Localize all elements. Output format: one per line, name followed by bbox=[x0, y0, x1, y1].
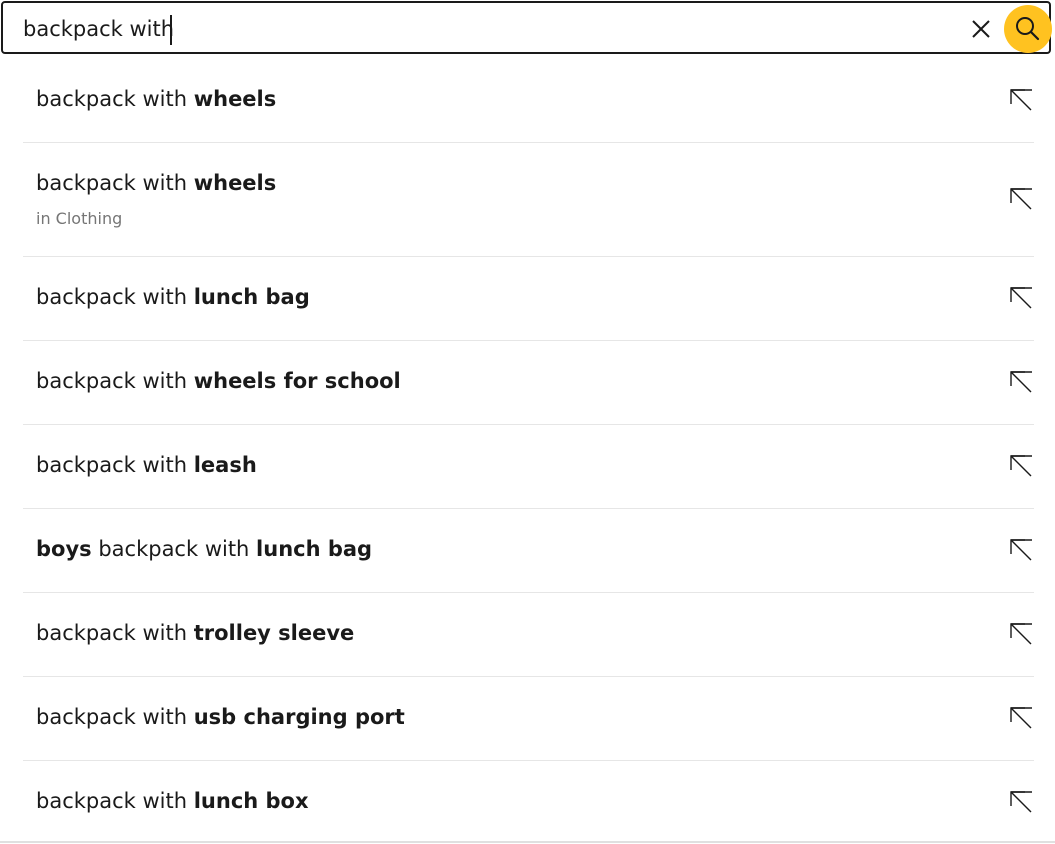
arrow-up-left-icon bbox=[1010, 623, 1032, 645]
suggestion-label: backpack with usb charging port bbox=[36, 705, 405, 729]
suggestion-label: backpack with wheels bbox=[36, 87, 276, 111]
suggestion-completion: wheels bbox=[193, 171, 277, 195]
arrow-up-left-icon bbox=[1010, 188, 1032, 210]
search-input[interactable] bbox=[23, 11, 923, 47]
suggestion-item[interactable]: backpack with usb charging port bbox=[23, 677, 1034, 761]
suggestion-query: backpack with bbox=[36, 705, 194, 729]
suggestion-query: backpack with bbox=[36, 87, 194, 111]
suggestion-query: backpack with bbox=[36, 621, 194, 645]
suggestion-label: backpack with wheels bbox=[36, 171, 276, 195]
suggestion-label: backpack with lunch box bbox=[36, 789, 309, 813]
suggestion-completion: wheels for school bbox=[193, 369, 401, 393]
arrow-up-left-icon bbox=[1010, 89, 1032, 111]
arrow-up-left-icon bbox=[1010, 287, 1032, 309]
suggestion-query: backpack with bbox=[36, 453, 194, 477]
suggestion-completion: leash bbox=[193, 453, 257, 477]
suggestion-item[interactable]: backpack with wheels for school bbox=[23, 341, 1034, 425]
search-bar bbox=[1, 1, 1052, 54]
arrow-up-left-icon bbox=[1010, 791, 1032, 813]
fill-search-button[interactable] bbox=[1008, 621, 1034, 647]
suggestion-item[interactable]: backpack with lunch box bbox=[23, 761, 1034, 844]
suggestion-completion: boys bbox=[36, 537, 92, 561]
fill-search-button[interactable] bbox=[1008, 705, 1034, 731]
search-submit-button[interactable] bbox=[1004, 5, 1052, 53]
clear-search-button[interactable] bbox=[966, 14, 996, 44]
suggestion-completion: lunch bag bbox=[256, 537, 373, 561]
suggestion-item[interactable]: backpack with wheels bbox=[23, 59, 1034, 143]
suggestion-query: backpack with bbox=[36, 789, 194, 813]
text-caret bbox=[170, 15, 172, 45]
suggestion-label: backpack with wheels for school bbox=[36, 369, 401, 393]
suggestion-query: backpack with bbox=[36, 285, 194, 309]
fill-search-button[interactable] bbox=[1008, 453, 1034, 479]
suggestion-label: backpack with leash bbox=[36, 453, 257, 477]
arrow-up-left-icon bbox=[1010, 455, 1032, 477]
arrow-up-left-icon bbox=[1010, 371, 1032, 393]
fill-search-button[interactable] bbox=[1008, 369, 1034, 395]
fill-search-button[interactable] bbox=[1008, 285, 1034, 311]
suggestion-department: in Clothing bbox=[36, 209, 123, 228]
suggestion-completion: wheels bbox=[193, 87, 277, 111]
suggestion-item[interactable]: backpack with trolley sleeve bbox=[23, 593, 1034, 677]
arrow-up-left-icon bbox=[1010, 539, 1032, 561]
suggestion-query: backpack with bbox=[36, 171, 194, 195]
arrow-up-left-icon bbox=[1010, 707, 1032, 729]
fill-search-button[interactable] bbox=[1008, 537, 1034, 563]
suggestion-query: backpack with bbox=[91, 537, 257, 561]
suggestion-completion: trolley sleeve bbox=[193, 621, 355, 645]
search-icon bbox=[1016, 17, 1040, 41]
suggestion-item[interactable]: backpack with leash bbox=[23, 425, 1034, 509]
suggestion-completion: lunch bag bbox=[193, 285, 310, 309]
suggestion-label: boys backpack with lunch bag bbox=[36, 537, 372, 561]
fill-search-button[interactable] bbox=[1008, 789, 1034, 815]
suggestion-query: backpack with bbox=[36, 369, 194, 393]
close-icon bbox=[972, 20, 990, 38]
suggestion-completion: lunch box bbox=[193, 789, 309, 813]
suggestion-label: backpack with lunch bag bbox=[36, 285, 310, 309]
fill-search-button[interactable] bbox=[1008, 87, 1034, 113]
suggestion-completion: usb charging port bbox=[193, 705, 405, 729]
fill-search-button[interactable] bbox=[1008, 186, 1034, 212]
suggestions-list: backpack with wheels backpack with wheels… bbox=[23, 59, 1034, 844]
suggestion-label: backpack with trolley sleeve bbox=[36, 621, 354, 645]
suggestion-item[interactable]: backpack with lunch bag bbox=[23, 257, 1034, 341]
suggestion-item[interactable]: boys backpack with lunch bag bbox=[23, 509, 1034, 593]
suggestion-item[interactable]: backpack with wheels in Clothing bbox=[23, 143, 1034, 257]
